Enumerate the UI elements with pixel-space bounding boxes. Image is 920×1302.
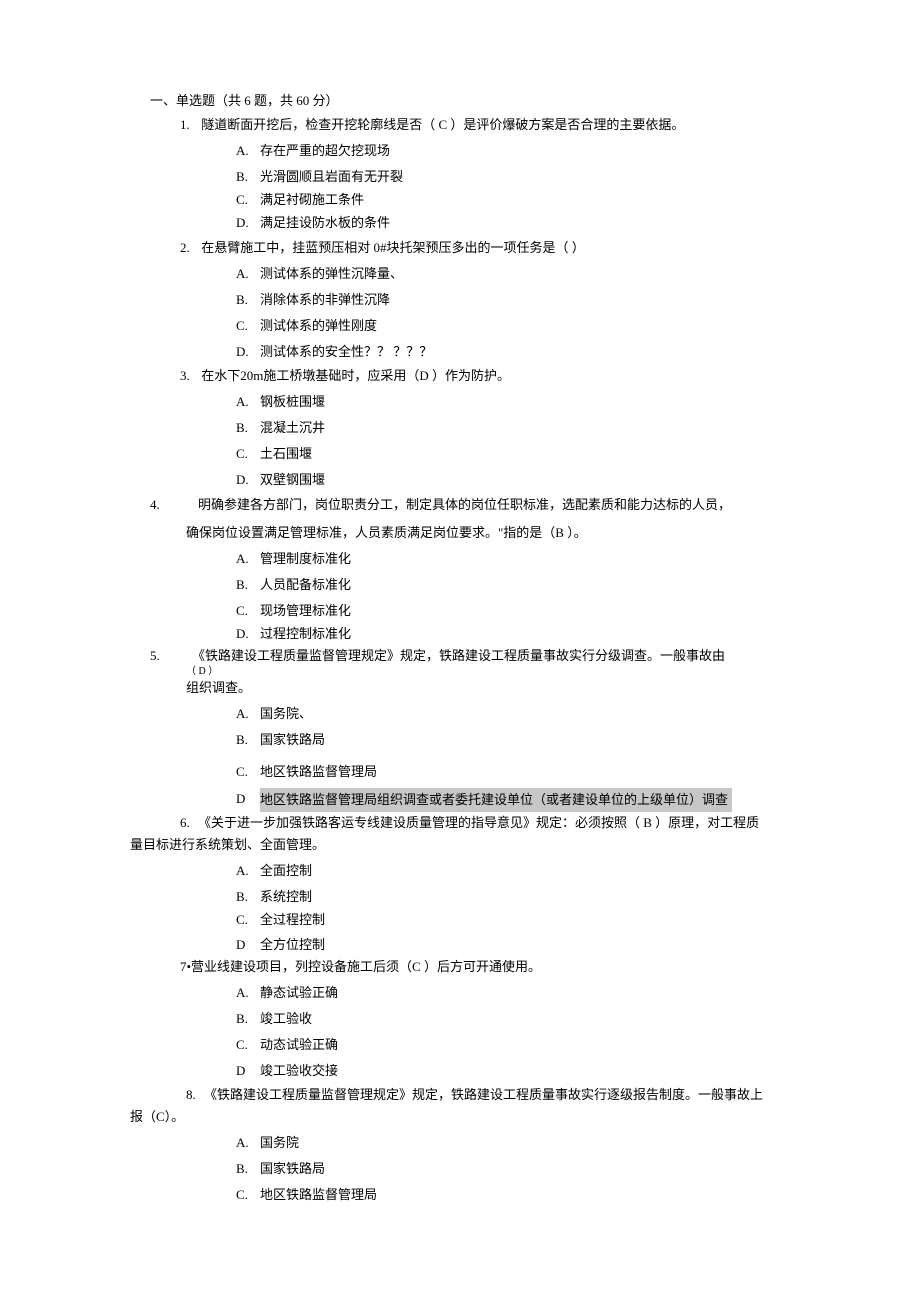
- question-number: 6.: [180, 812, 198, 834]
- question-number: 5.: [150, 645, 168, 667]
- option-d: D 竣工验收交接: [236, 1058, 820, 1082]
- option-c: C.动态试验正确: [236, 1034, 820, 1056]
- option-c: C.现场管理标准化: [236, 600, 820, 622]
- option-b: B.竣工验收: [236, 1008, 820, 1030]
- question-7: 7•营业线建设项目，列控设备施工后须（C ）后方可开通使用。: [180, 956, 820, 978]
- option-a: A.国务院、: [236, 703, 820, 725]
- option-b: B.系统控制: [236, 886, 820, 908]
- option-c: C.满足衬砌施工条件: [236, 189, 820, 211]
- option-c: C.土石围堰: [236, 443, 820, 465]
- options-list: A.管理制度标准化 B.人员配备标准化 C.现场管理标准化 D.过程控制标准化: [236, 548, 820, 645]
- question-3: 3. 在水下20m施工桥墩基础时，应采用（D ）作为防护。 A.钢板桩围堰 B.…: [180, 365, 820, 491]
- option-b: B.国家铁路局: [236, 1158, 820, 1180]
- option-b: B.光滑圆顺且岩面有无开裂: [236, 166, 820, 188]
- question-text-cont: 确保岗位设置满足管理标准，人员素质满足岗位要求。"指的是（B ）。: [186, 522, 820, 544]
- question-6: 6.《关于进一步加强铁路客运专线建设质量管理的指导意见》规定：必须按照（ B ）…: [150, 812, 820, 834]
- option-b: B.国家铁路局: [236, 729, 820, 751]
- document-page: 一、单选题（共 6 题，共 60 分） 1. 隧道断面开挖后，检查开挖轮廓线是否…: [0, 0, 920, 1266]
- options-list: A.国务院、 B.国家铁路局 C.地区铁路监督管理局 D 地区铁路监督管理局组织…: [236, 703, 820, 811]
- question-text: 在水下20m施工桥墩基础时，应采用（D ）作为防护。: [201, 368, 510, 383]
- option-c: C.测试体系的弹性刚度: [236, 315, 820, 337]
- question-text: 在悬臂施工中，挂蓝预压相对 0#块托架预压多出的一项任务是（ ）: [201, 240, 585, 255]
- option-c: C.地区铁路监督管理局: [236, 1184, 820, 1206]
- option-a: A.静态试验正确: [236, 982, 820, 1004]
- options-list: A.国务院 B.国家铁路局 C.地区铁路监督管理局: [236, 1132, 820, 1206]
- option-b: B.混凝土沉井: [236, 417, 820, 439]
- option-a: A.存在严重的超欠挖现场: [236, 140, 820, 162]
- option-d: D 全方位控制: [236, 932, 820, 956]
- option-d: D.双壁钢围堰: [236, 469, 820, 491]
- option-a: A.国务院: [236, 1132, 820, 1154]
- question-text-line2: 组织调查。: [186, 677, 820, 699]
- question-number: 1.: [180, 114, 198, 136]
- question-6-line2: 量目标进行系统策划、全面管理。: [130, 834, 820, 856]
- question-2: 2. 在悬臂施工中，挂蓝预压相对 0#块托架预压多出的一项任务是（ ） A.测试…: [180, 237, 820, 363]
- question-text-line1: 《关于进一步加强铁路客运专线建设质量管理的指导意见》规定：必须按照（ B ）原理…: [198, 815, 759, 830]
- question-8-line2: 报（C）。: [130, 1106, 820, 1128]
- question-5: 5. 《铁路建设工程质量监督管理规定》规定，铁路建设工程质量事故实行分级调查。一般…: [150, 645, 820, 812]
- options-list: A.钢板桩围堰 B.混凝土沉井 C.土石围堰 D.双壁钢围堰: [236, 391, 820, 491]
- option-b: B.消除体系的非弹性沉降: [236, 289, 820, 311]
- question-text: 隧道断面开挖后，检查开挖轮廓线是否（ C ）是评价爆破方案是否合理的主要依据。: [201, 117, 684, 132]
- question-number: 3.: [180, 365, 198, 387]
- options-list: A.测试体系的弹性沉降量、 B.消除体系的非弹性沉降 C.测试体系的弹性刚度 D…: [236, 263, 820, 363]
- question-1: 1. 隧道断面开挖后，检查开挖轮廓线是否（ C ）是评价爆破方案是否合理的主要依…: [180, 114, 820, 234]
- options-list: A.存在严重的超欠挖现场 B.光滑圆顺且岩面有无开裂 C.满足衬砌施工条件 D.…: [236, 140, 820, 234]
- question-number: 4.: [150, 494, 168, 516]
- question-sub: （ D ）: [186, 667, 820, 677]
- question-number: 8.: [186, 1084, 204, 1106]
- question-4: 4. 明确参建各方部门，岗位职责分工，制定具体的岗位任职标准，选配素质和能力达标的…: [150, 494, 820, 646]
- option-d: D.过程控制标准化: [236, 623, 820, 645]
- question-text-line1: 《铁路建设工程质量监督管理规定》规定，铁路建设工程质量事故实行逐级报告制度。一般…: [204, 1087, 763, 1102]
- option-c: C.全过程控制: [236, 909, 820, 931]
- option-a: A.管理制度标准化: [236, 548, 820, 570]
- highlighted-text: 地区铁路监督管理局组织调查或者委托建设单位（或者建设单位的上级单位）调查: [260, 788, 732, 812]
- options-list: A.静态试验正确 B.竣工验收 C.动态试验正确 D 竣工验收交接: [236, 982, 820, 1081]
- option-b: B.人员配备标准化: [236, 574, 820, 596]
- option-c: C.地区铁路监督管理局: [236, 761, 820, 783]
- question-text-line1: 《铁路建设工程质量监督管理规定》规定，铁路建设工程质量事故实行分级调查。一般事故…: [192, 648, 725, 663]
- question-8: 8.《铁路建设工程质量监督管理规定》规定，铁路建设工程质量事故实行逐级报告制度。…: [186, 1084, 820, 1106]
- option-d: D.满足挂设防水板的条件: [236, 212, 820, 234]
- section-header: 一、单选题（共 6 题，共 60 分）: [150, 90, 820, 112]
- options-list: A.全面控制 B.系统控制 C.全过程控制 D 全方位控制: [236, 860, 820, 956]
- option-a: A.测试体系的弹性沉降量、: [236, 263, 820, 285]
- option-d: D 地区铁路监督管理局组织调查或者委托建设单位（或者建设单位的上级单位）调查: [236, 786, 820, 812]
- question-number: 2.: [180, 237, 198, 259]
- option-a: A.全面控制: [236, 860, 820, 882]
- question-text: 明确参建各方部门，岗位职责分工，制定具体的岗位任职标准，选配素质和能力达标的人员…: [198, 497, 731, 512]
- option-d: D.测试体系的安全性？？ ？？？: [236, 341, 820, 363]
- option-a: A.钢板桩围堰: [236, 391, 820, 413]
